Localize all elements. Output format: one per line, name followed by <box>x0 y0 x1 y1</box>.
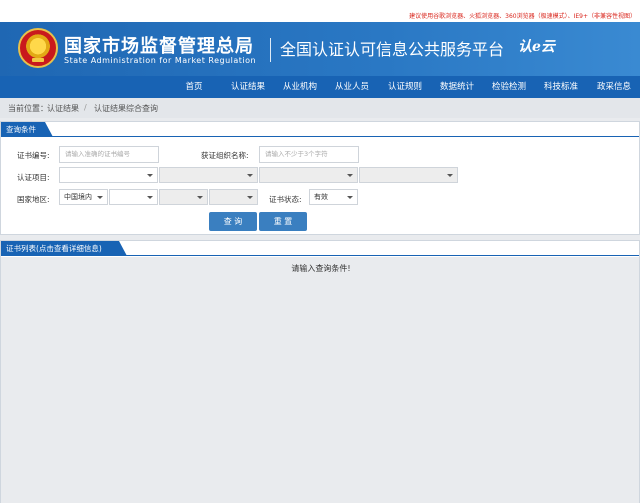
national-emblem-icon <box>18 28 58 68</box>
chevron-down-icon <box>447 174 453 177</box>
breadcrumb-current: 认证结果综合查询 <box>94 104 158 113</box>
cert-no-input[interactable]: 请输入准确的证书编号 <box>59 146 159 163</box>
chevron-down-icon <box>147 196 153 199</box>
main-nav: 首页 认证结果 从业机构 从业人员 认证规则 数据统计 检验检测 科技标准 政采… <box>0 76 640 98</box>
org-name-cn: 国家市场监督管理总局 <box>64 36 254 57</box>
org-name-en: State Administration for Market Regulati… <box>64 56 257 65</box>
site-header: 国家市场监督管理总局 State Administration for Mark… <box>0 22 640 76</box>
cert-project-label: 认证项目: <box>17 173 50 182</box>
cert-list-panel: 证书列表(点击查看详细信息) 请输入查询条件! <box>0 240 640 503</box>
query-panel-title: 查询条件 <box>1 122 53 137</box>
cert-project-select-1[interactable] <box>59 167 158 183</box>
top-notice-bar: 建议使用谷歌浏览器、火狐浏览器、360浏览器（极速模式）、IE9+（非兼容性视图… <box>0 0 640 22</box>
region-select-province[interactable] <box>109 189 158 205</box>
browser-notice: 建议使用谷歌浏览器、火狐浏览器、360浏览器（极速模式）、IE9+（非兼容性视图… <box>409 13 636 20</box>
nav-item-statistics[interactable]: 数据统计 <box>433 76 481 98</box>
org-name-label: 获证组织名称: <box>201 151 249 160</box>
nav-item-institutions[interactable]: 从业机构 <box>276 76 324 98</box>
region-label: 国家地区: <box>17 195 50 204</box>
chevron-down-icon <box>347 196 353 199</box>
search-button[interactable]: 查 询 <box>209 212 257 231</box>
nav-item-home[interactable]: 首页 <box>170 76 218 98</box>
chevron-down-icon <box>97 196 103 199</box>
chevron-down-icon <box>347 174 353 177</box>
chevron-down-icon <box>247 174 253 177</box>
cert-status-value: 有效 <box>314 193 328 201</box>
cert-status-label: 证书状态: <box>269 195 302 204</box>
region-select-district[interactable] <box>209 189 258 205</box>
nav-item-personnel[interactable]: 从业人员 <box>328 76 376 98</box>
header-divider <box>270 38 271 62</box>
cert-project-select-4[interactable] <box>359 167 458 183</box>
cert-project-select-3[interactable] <box>259 167 358 183</box>
chevron-down-icon <box>247 196 253 199</box>
region-select-city[interactable] <box>159 189 208 205</box>
org-name-input[interactable]: 请输入不少于3个字符 <box>259 146 359 163</box>
chevron-down-icon <box>197 196 203 199</box>
platform-title: 全国认证认可信息公共服务平台 <box>280 40 505 59</box>
cert-status-select[interactable]: 有效 <box>309 189 358 205</box>
reset-button[interactable]: 重 置 <box>259 212 307 231</box>
cert-list-underline <box>1 255 639 256</box>
breadcrumb-prefix: 当前位置： <box>8 104 48 113</box>
nav-item-procurement[interactable]: 政采信息 <box>590 76 638 98</box>
region-select-value: 中国境内 <box>64 193 92 201</box>
breadcrumb: 当前位置： 认证结果 / 认证结果综合查询 <box>0 98 640 118</box>
query-panel: 查询条件 证书编号: 请输入准确的证书编号 获证组织名称: 请输入不少于3个字符… <box>0 121 640 235</box>
empty-result-message: 请输入查询条件! <box>291 264 351 273</box>
chevron-down-icon <box>147 174 153 177</box>
renyun-logo-icon: 认e云 <box>518 39 555 55</box>
nav-item-cert-rules[interactable]: 认证规则 <box>381 76 429 98</box>
nav-item-inspection[interactable]: 检验检测 <box>485 76 533 98</box>
nav-item-standards[interactable]: 科技标准 <box>537 76 585 98</box>
query-panel-underline <box>1 136 639 137</box>
breadcrumb-separator: / <box>84 103 87 112</box>
breadcrumb-link-cert-results[interactable]: 认证结果 <box>47 103 79 114</box>
cert-no-label: 证书编号: <box>17 151 50 160</box>
region-select-country[interactable]: 中国境内 <box>59 189 108 205</box>
nav-item-cert-results[interactable]: 认证结果 <box>224 76 272 98</box>
cert-project-select-2[interactable] <box>159 167 258 183</box>
cert-list-title: 证书列表(点击查看详细信息) <box>1 241 127 256</box>
